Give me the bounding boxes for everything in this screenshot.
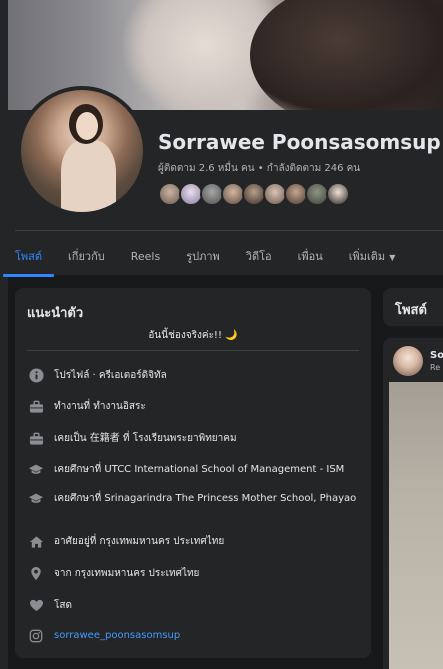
instagram-link[interactable]: sorrawee_poonsasomsup xyxy=(54,628,180,643)
intro-item-text: เคยศึกษาที่ UTCC International School of… xyxy=(54,464,345,475)
post-author-name[interactable]: So xyxy=(430,350,443,361)
intro-item-work: ทำงานที่ ทำงานอิสระ xyxy=(27,399,367,414)
intro-card: แนะนำตัว อันนี้ช่องจริงค่ะ!! 🌙 โปรไฟล์ ·… xyxy=(15,288,371,658)
tab-more-label: เพิ่มเติม xyxy=(348,250,386,263)
follower-stats[interactable]: ผู้ติดตาม 2.6 หมื่น คน • กำลังติดตาม 246… xyxy=(158,161,360,176)
header-divider xyxy=(15,230,443,231)
intro-bio: อันนี้ช่องจริงค่ะ!! 🌙 xyxy=(148,330,238,341)
intro-item-text: เคยศึกษาที่ Srinagarindra The Princess M… xyxy=(54,493,357,504)
tab-posts[interactable]: โพสต์ xyxy=(2,236,55,277)
post-image[interactable] xyxy=(389,382,443,669)
tab-videos[interactable]: วิดีโอ xyxy=(246,236,272,276)
avatar-figure-face xyxy=(76,112,98,140)
info-icon xyxy=(27,368,45,383)
tab-reels[interactable]: Reels xyxy=(131,239,160,274)
post-card[interactable]: So Re xyxy=(383,338,443,669)
briefcase-icon xyxy=(27,431,45,446)
post-subtitle: Re xyxy=(430,363,441,372)
briefcase-icon xyxy=(27,399,45,414)
follower-avatars[interactable] xyxy=(158,182,350,206)
graduation-cap-icon xyxy=(27,491,45,506)
profile-name: Sorrawee Poonsasomsup xyxy=(158,130,441,154)
intro-divider xyxy=(27,350,359,351)
intro-title: แนะนำตัว xyxy=(27,306,84,321)
profile-tabs: โพสต์ เกี่ยวกับ Reels รูปภาพ วิดีโอ เพื่… xyxy=(2,236,421,277)
posts-title: โพสต์ xyxy=(395,303,427,318)
graduation-cap-icon xyxy=(27,462,45,477)
tab-about[interactable]: เกี่ยวกับ xyxy=(68,236,105,276)
chevron-down-icon: ▼ xyxy=(389,253,396,262)
left-edge-bar xyxy=(0,0,8,669)
cover-photo-hair xyxy=(250,0,443,110)
intro-item-text: เคยเป็น 在籍者 ที่ โรงเรียนพระยาพิทยาคม xyxy=(54,433,237,444)
tab-friends[interactable]: เพื่อน xyxy=(298,236,323,276)
intro-item-from: จาก กรุงเทพมหานคร ประเทศไทย xyxy=(27,566,367,581)
follower-avatar[interactable] xyxy=(326,182,350,206)
post-author-avatar[interactable] xyxy=(393,346,423,376)
location-pin-icon xyxy=(27,566,45,581)
intro-item-lives-in: อาศัยอยู่ที่ กรุงเทพมหานคร ประเทศไทย xyxy=(27,534,367,549)
posts-header-card: โพสต์ xyxy=(383,288,443,326)
tab-photos[interactable]: รูปภาพ xyxy=(186,236,220,276)
avatar-figure-body xyxy=(61,140,116,212)
intro-item-text: ทำงานที่ ทำงานอิสระ xyxy=(54,401,146,412)
profile-avatar[interactable] xyxy=(17,86,147,216)
intro-item-text: อาศัยอยู่ที่ กรุงเทพมหานคร ประเทศไทย xyxy=(54,536,225,547)
tab-more[interactable]: เพิ่มเติม ▼ xyxy=(349,236,396,276)
heart-icon xyxy=(27,598,45,613)
intro-item-text: โสด xyxy=(54,600,72,611)
home-icon xyxy=(27,534,45,549)
instagram-icon xyxy=(27,628,45,643)
intro-item-text: โปรไฟล์ · ครีเอเตอร์ดิจิทัล xyxy=(54,370,167,381)
intro-item-education-2: เคยศึกษาที่ Srinagarindra The Princess M… xyxy=(27,491,367,506)
intro-item-past-work: เคยเป็น 在籍者 ที่ โรงเรียนพระยาพิทยาคม xyxy=(27,431,367,446)
intro-item-text: จาก กรุงเทพมหานคร ประเทศไทย xyxy=(54,568,200,579)
intro-item-instagram[interactable]: sorrawee_poonsasomsup xyxy=(27,628,367,643)
intro-item-education-1: เคยศึกษาที่ UTCC International School of… xyxy=(27,462,367,477)
intro-item-relationship: โสด xyxy=(27,598,367,613)
intro-item-profile: โปรไฟล์ · ครีเอเตอร์ดิจิทัล xyxy=(27,368,367,383)
